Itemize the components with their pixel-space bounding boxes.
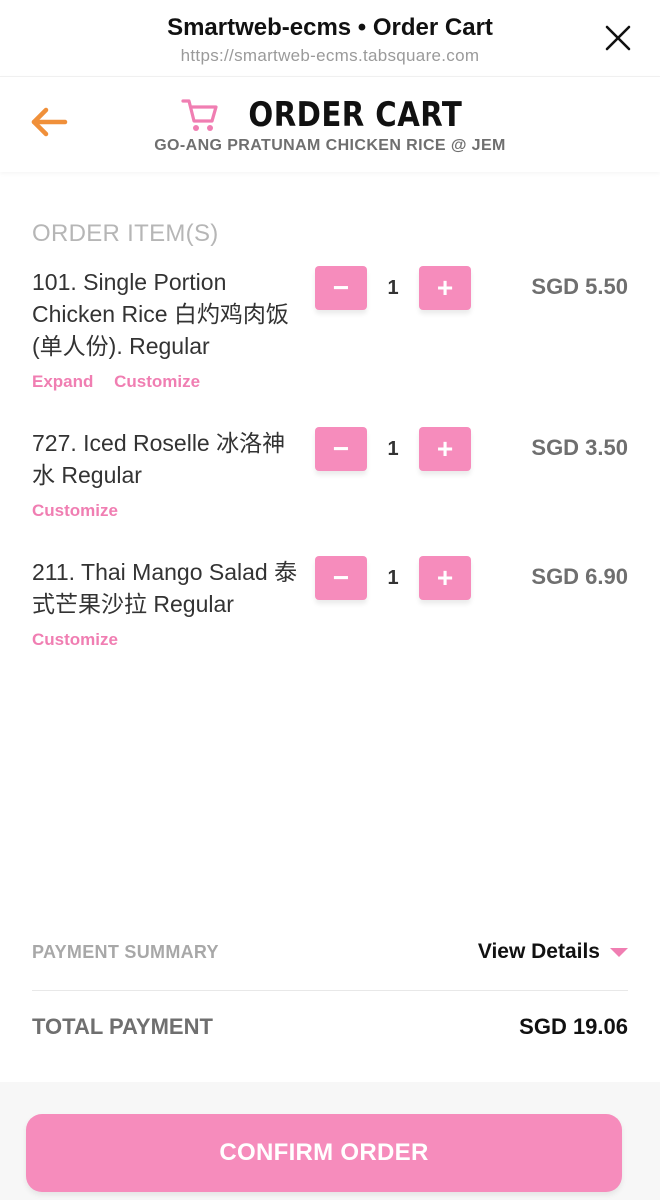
quantity-value: 1 [387,438,399,460]
increase-button[interactable]: + [419,556,471,600]
item-price: SGD 3.50 [531,435,628,460]
item-name: 101. Single Portion Chicken Rice 白灼鸡肉饭 (… [32,269,289,359]
footer-bar: CONFIRM ORDER [0,1082,660,1200]
view-details-button[interactable]: View Details [478,940,628,964]
summary-divider [32,990,628,991]
quantity-stepper: − 1 + [315,427,471,471]
item-price: SGD 6.90 [531,564,628,589]
browser-titlebar: Smartweb-ecms • Order Cart https://smart… [0,0,660,76]
view-details-label: View Details [477,940,600,963]
confirm-order-button[interactable]: CONFIRM ORDER [26,1114,622,1192]
quantity-value: 1 [387,567,399,589]
total-payment-label: TOTAL PAYMENT [32,1014,213,1039]
quantity-stepper: − 1 + [315,266,471,310]
item-links: Customize [32,501,134,521]
browser-title: Smartweb-ecms • Order Cart [167,14,493,41]
browser-url: https://smartweb-ecms.tabsquare.com [180,46,480,65]
page-title: ORDER CART [248,95,462,135]
customize-link[interactable]: Customize [32,501,118,520]
item-links: Customize [32,630,134,650]
item-name: 727. Iced Roselle 冰洛神水 Regular [32,430,286,488]
decrease-button[interactable]: − [315,266,367,310]
item-name: 211. Thai Mango Salad 泰式芒果沙拉 Regular [32,559,298,617]
order-items-label: ORDER ITEM(S) [32,220,219,247]
customize-link[interactable]: Customize [32,630,118,649]
quantity-stepper: − 1 + [315,556,471,600]
increase-button[interactable]: + [419,266,471,310]
payment-summary-label: PAYMENT SUMMARY [32,942,219,962]
decrease-button[interactable]: − [315,556,367,600]
increase-button[interactable]: + [419,427,471,471]
item-links: Expand Customize [32,372,216,392]
restaurant-name: GO-ANG PRATUNAM CHICKEN RICE @ JEM [154,137,506,154]
item-price: SGD 5.50 [531,274,628,299]
decrease-button[interactable]: − [315,427,367,471]
quantity-value: 1 [387,277,399,299]
total-payment-value: SGD 19.06 [519,1014,628,1039]
customize-link[interactable]: Customize [114,372,200,391]
caret-down-icon [610,947,628,957]
shopping-cart-icon [181,99,218,131]
close-icon[interactable] [604,24,632,52]
header-title-row: ORDER CART [0,95,660,135]
page-header: ORDER CART GO-ANG PRATUNAM CHICKEN RICE … [0,76,660,172]
expand-link[interactable]: Expand [32,372,93,391]
